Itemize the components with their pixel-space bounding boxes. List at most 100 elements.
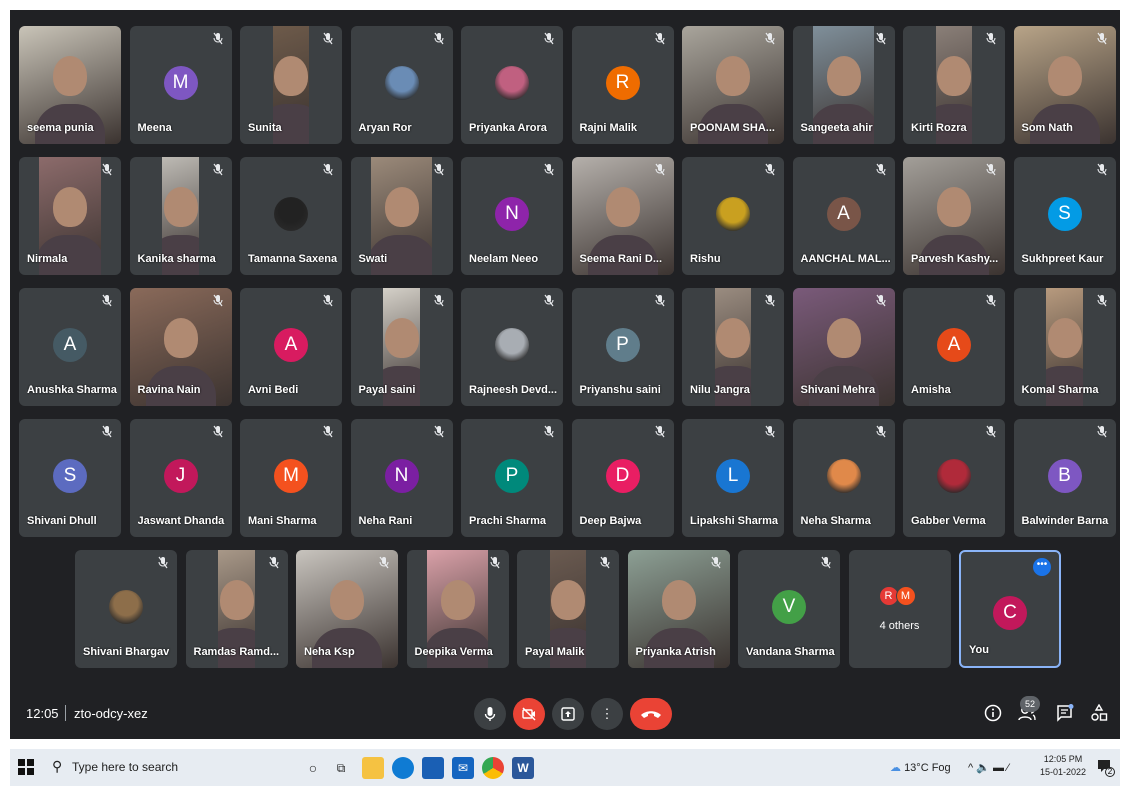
task-view-icon[interactable]: ⧉	[330, 757, 352, 779]
participant-avatar-photo	[716, 197, 750, 231]
participant-tile[interactable]: R Rajni Malik	[571, 26, 674, 144]
store-icon[interactable]	[422, 757, 444, 779]
notification-center-button[interactable]: 2	[1096, 758, 1115, 777]
others-tile[interactable]: RM4 others	[848, 550, 951, 668]
mic-off-icon	[985, 294, 997, 308]
participant-name: Rishu	[690, 253, 721, 265]
mic-off-icon	[322, 294, 334, 308]
participant-tile[interactable]: A Anushka Sharma	[19, 288, 121, 406]
participant-avatar: P	[605, 328, 640, 362]
participant-tile[interactable]: Gabber Verma	[903, 419, 1005, 537]
mic-off-icon	[764, 163, 776, 177]
participant-tile[interactable]: Parvesh Kashy...	[903, 157, 1005, 275]
participant-tile[interactable]: A Amisha	[903, 288, 1005, 406]
participant-tile[interactable]: Payal saini	[350, 288, 453, 406]
participant-tile[interactable]: M Mani Sharma	[240, 419, 342, 537]
taskbar-search[interactable]: Type here to search	[72, 760, 178, 774]
leave-call-button[interactable]	[630, 698, 672, 730]
participant-tile[interactable]: Nirmala	[19, 157, 121, 275]
participant-tile[interactable]: S Shivani Dhull	[19, 419, 121, 537]
weather-widget[interactable]: ☁ 13°C Fog	[890, 761, 951, 774]
start-button[interactable]	[18, 759, 34, 775]
participant-tile[interactable]: Kirti Rozra	[903, 26, 1005, 144]
participant-tile[interactable]: Ramdas Ramd...	[185, 550, 288, 668]
present-icon	[561, 707, 575, 721]
participant-tile[interactable]: Neha Ksp	[296, 550, 398, 668]
participant-name: Shivani Bhargav	[83, 646, 170, 658]
participant-row: S Shivani Dhull J Jaswant Dhanda M Mani Sharm…	[19, 419, 1122, 537]
participant-tile[interactable]: Rishu	[682, 157, 784, 275]
people-button[interactable]: 52	[1016, 696, 1040, 726]
chrome-icon[interactable]	[482, 757, 504, 779]
participant-tile[interactable]: D Deep Bajwa	[571, 419, 674, 537]
participant-avatar: N	[384, 459, 419, 493]
participant-tile[interactable]: P Priyanshu saini	[571, 288, 674, 406]
participant-tile[interactable]: A AANCHAL MAL...	[792, 157, 895, 275]
participant-tile[interactable]: V Vandana Sharma	[738, 550, 840, 668]
tile-options-icon[interactable]: •••	[1033, 558, 1051, 576]
participant-avatar: R	[605, 66, 640, 100]
participant-tile[interactable]: M Meena	[129, 26, 232, 144]
participant-tile[interactable]: Kanika sharma	[129, 157, 232, 275]
meeting-details-button[interactable]	[982, 704, 1004, 726]
participant-name: Tamanna Saxena	[248, 253, 338, 265]
participant-tile[interactable]: Komal Sharma	[1013, 288, 1116, 406]
cortana-icon[interactable]: ○	[302, 757, 324, 779]
participant-tile[interactable]: Priyanka Arora	[461, 26, 563, 144]
mic-off-icon	[101, 294, 113, 308]
meeting-code[interactable]: zto-odcy-xez	[74, 706, 148, 721]
activities-button[interactable]	[1088, 703, 1110, 726]
mic-off-icon	[985, 163, 997, 177]
mic-off-icon	[212, 163, 224, 177]
participant-tile[interactable]: Sunita	[240, 26, 342, 144]
participant-tile[interactable]: Tamanna Saxena	[240, 157, 342, 275]
participant-tile[interactable]: Payal Malik	[517, 550, 619, 668]
more-options-button[interactable]: ⋮	[591, 698, 623, 730]
participant-tile[interactable]: Seema Rani D...	[571, 157, 674, 275]
participant-name: Deep Bajwa	[579, 515, 642, 527]
taskbar-clock[interactable]: 12:05 PM 15-01-2022	[1040, 753, 1086, 779]
mail-icon[interactable]: ✉	[452, 757, 474, 779]
participant-tile[interactable]: B Balwinder Barna	[1013, 419, 1116, 537]
mic-off-icon	[212, 32, 224, 46]
camera-button[interactable]	[513, 698, 545, 730]
chat-button[interactable]	[1054, 704, 1076, 726]
participant-tile[interactable]: Ravina Nain	[129, 288, 232, 406]
participant-tile[interactable]: P Prachi Sharma	[461, 419, 563, 537]
others-label: 4 others	[879, 620, 920, 632]
participant-tile[interactable]: N Neha Rani	[350, 419, 453, 537]
participant-tile[interactable]: Sangeeta ahir	[792, 26, 895, 144]
participant-tile[interactable]: Neha Sharma	[792, 419, 895, 537]
participant-tile[interactable]: L Lipakshi Sharma	[682, 419, 784, 537]
self-tile[interactable]: ••• C You	[959, 550, 1061, 668]
participant-tile[interactable]: seema punia	[19, 26, 121, 144]
participant-tile[interactable]: Rajneesh Devd...	[461, 288, 563, 406]
participant-tile[interactable]: Deepika Verma	[406, 550, 509, 668]
participant-tile[interactable]: POONAM SHA...	[682, 26, 784, 144]
mic-button[interactable]	[474, 698, 506, 730]
system-tray-icons[interactable]: ^ 🔈 ▬ ⁄	[968, 761, 1009, 774]
participant-name: Deepika Verma	[414, 646, 493, 658]
mic-off-icon	[378, 556, 390, 570]
participant-name: Ravina Nain	[137, 384, 201, 396]
mic-off-icon	[433, 425, 445, 439]
participant-tile[interactable]: S Sukhpreet Kaur	[1013, 157, 1116, 275]
participant-tile[interactable]: Priyanka Atrish	[627, 550, 730, 668]
participant-tile[interactable]: Shivani Mehra	[792, 288, 895, 406]
participant-tile[interactable]: A Avni Bedi	[240, 288, 342, 406]
participant-tile[interactable]: Shivani Bhargav	[75, 550, 177, 668]
edge-icon[interactable]	[392, 757, 414, 779]
participant-tile[interactable]: Nilu Jangra	[682, 288, 784, 406]
participant-tile[interactable]: J Jaswant Dhanda	[129, 419, 232, 537]
participant-name: Nirmala	[27, 253, 68, 265]
participant-tile[interactable]: Swati	[350, 157, 453, 275]
mic-off-icon	[212, 425, 224, 439]
word-icon[interactable]: W	[512, 757, 534, 779]
participant-name: Mani Sharma	[248, 515, 317, 527]
participant-tile[interactable]: N Neelam Neeo	[461, 157, 563, 275]
participant-tile[interactable]: Aryan Ror	[350, 26, 453, 144]
present-button[interactable]	[552, 698, 584, 730]
participant-tile[interactable]: Som Nath	[1013, 26, 1116, 144]
file-explorer-icon[interactable]	[362, 757, 384, 779]
participant-avatar: A	[53, 328, 87, 362]
